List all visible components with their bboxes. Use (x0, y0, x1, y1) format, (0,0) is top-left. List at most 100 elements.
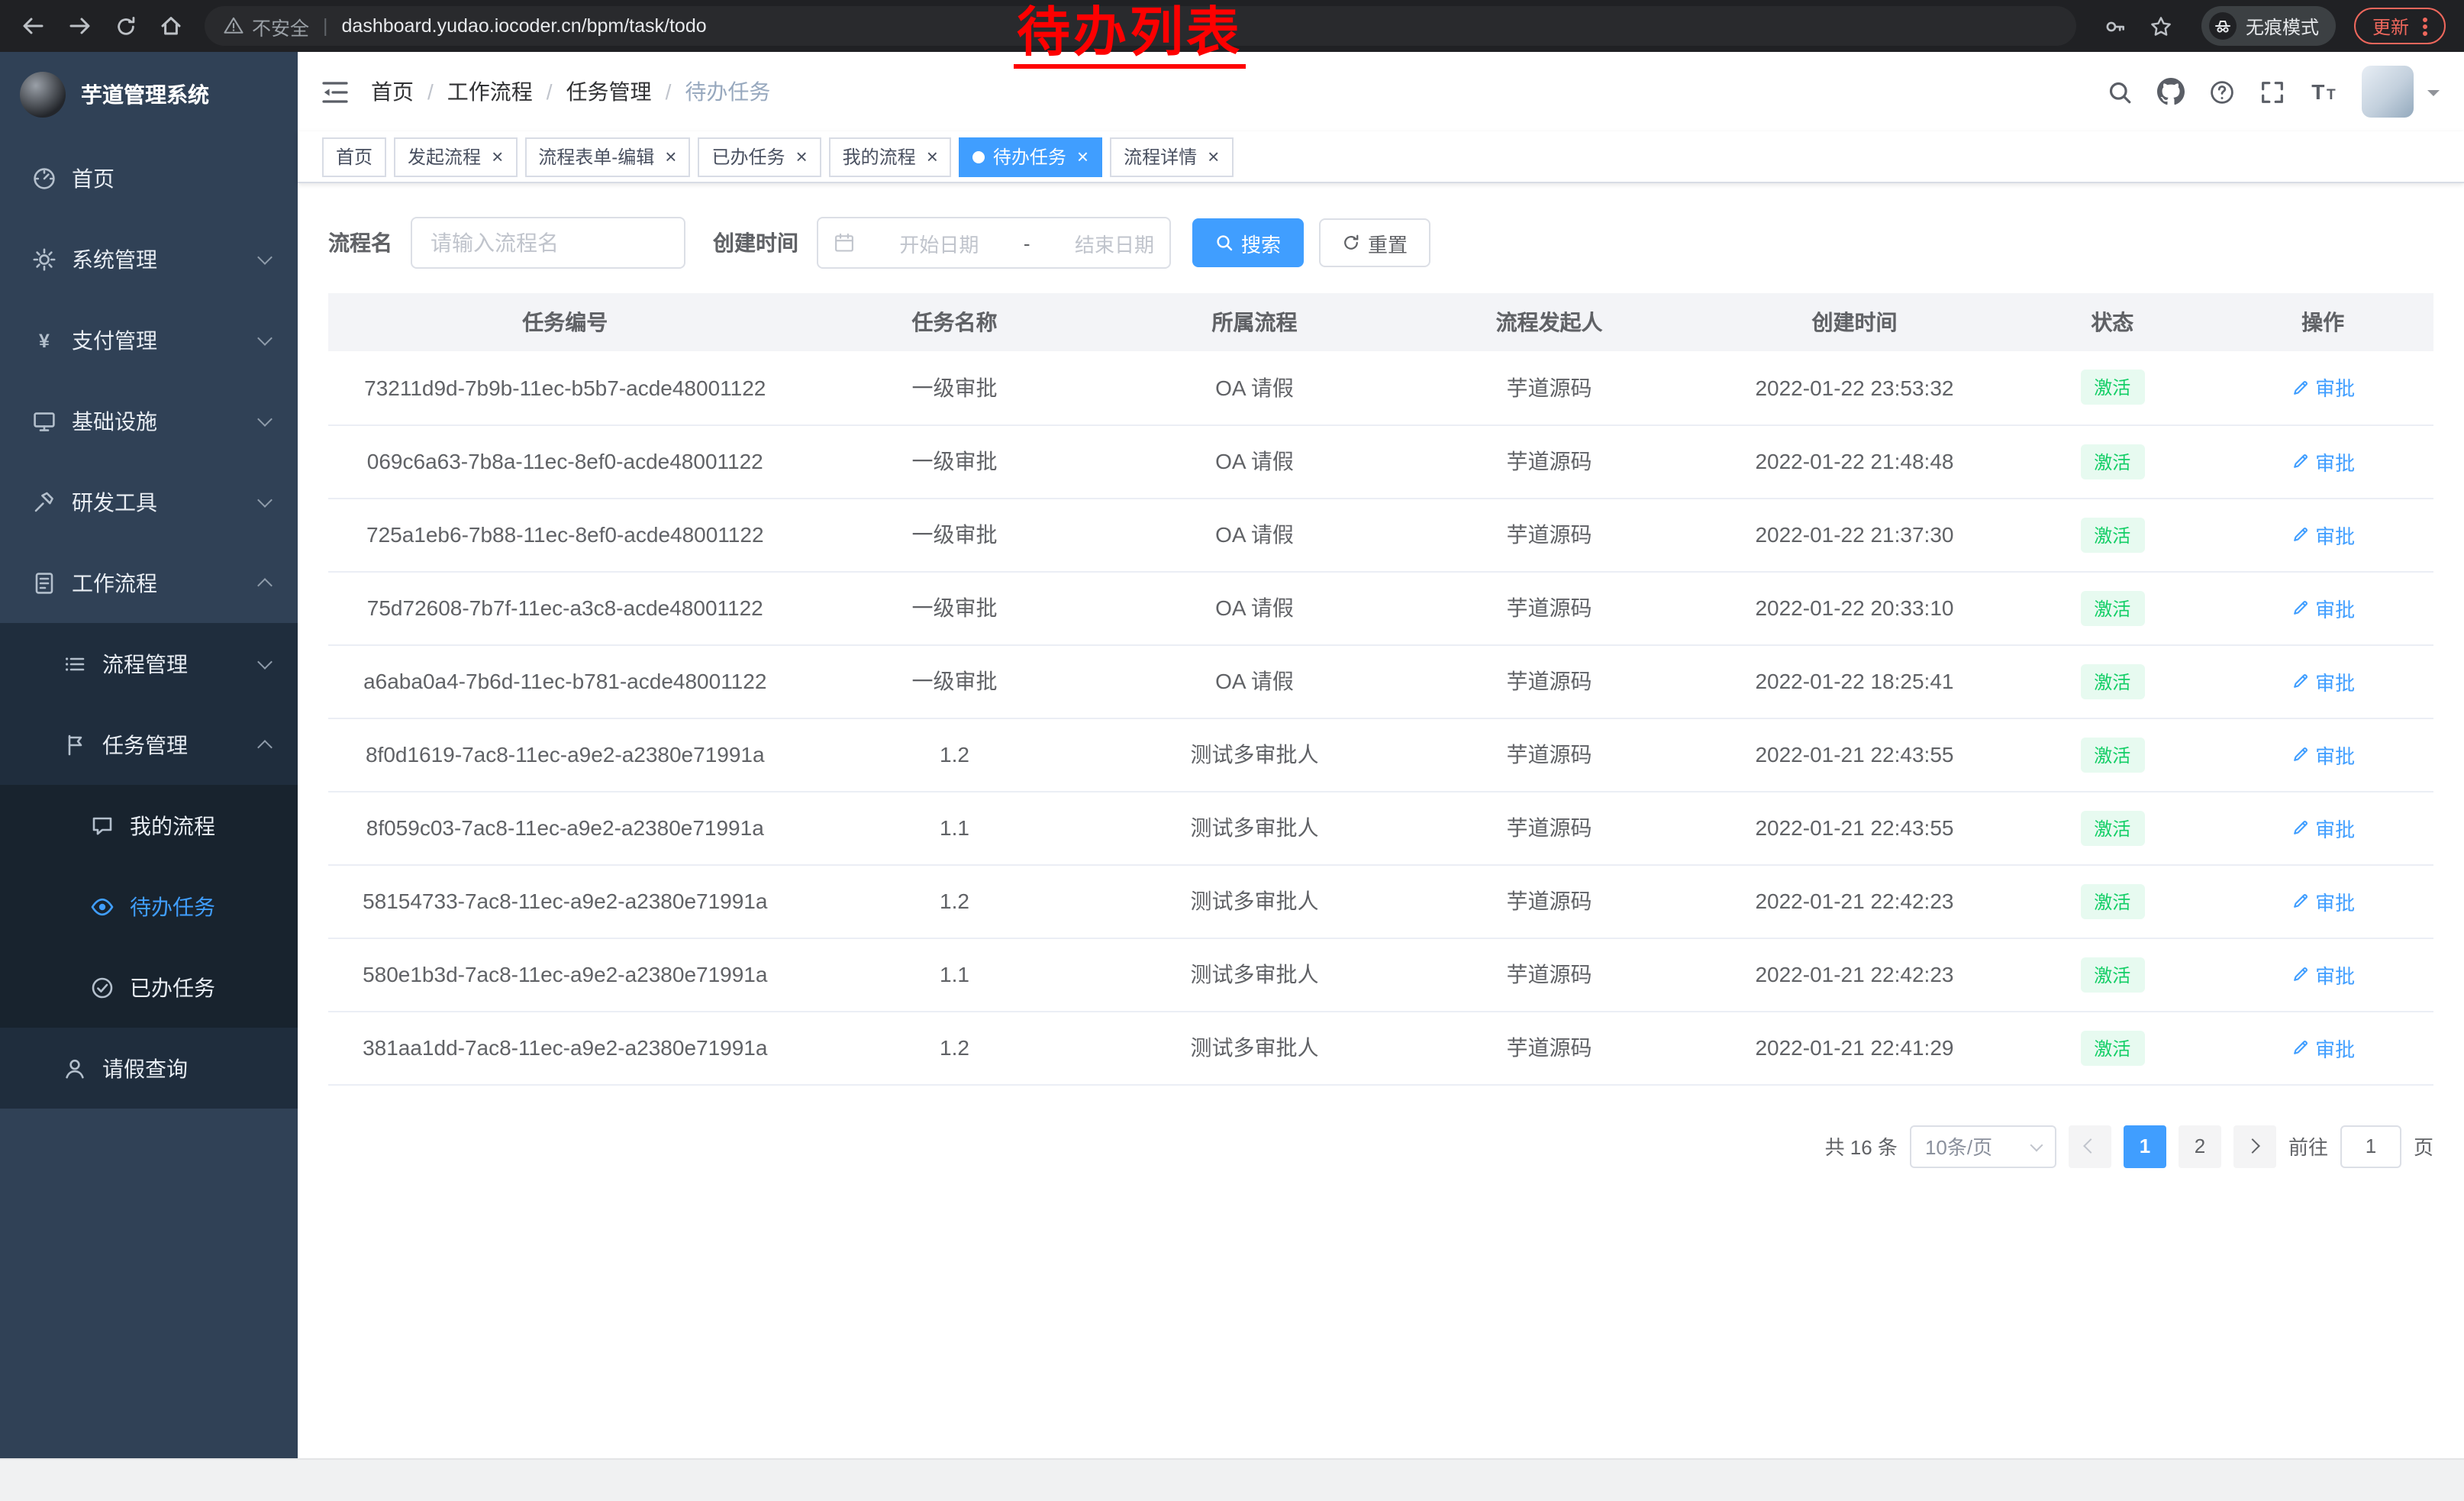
sidebar-item-8[interactable]: 我的流程 (0, 785, 298, 866)
update-label: 更新 (2372, 13, 2409, 39)
search-icon[interactable] (2107, 79, 2133, 105)
close-tag-icon[interactable]: × (1208, 147, 1219, 166)
collapse-sidebar-button[interactable] (322, 80, 348, 103)
close-tag-icon[interactable]: × (795, 147, 807, 166)
tab-tag-4[interactable]: 我的流程× (829, 137, 952, 176)
sidebar-item-0[interactable]: 首页 (0, 137, 298, 218)
search-button[interactable]: 搜索 (1192, 218, 1304, 267)
status-badge: 激活 (2080, 883, 2144, 918)
sidebar-item-4[interactable]: 研发工具 (0, 461, 298, 542)
sidebar-item-3[interactable]: 基础设施 (0, 380, 298, 461)
not-secure-chip[interactable]: 不安全 (223, 11, 309, 40)
process-name-input[interactable] (411, 217, 685, 269)
breadcrumb-item-3: 待办任务 (685, 76, 770, 107)
approve-link[interactable]: 审批 (2291, 667, 2355, 696)
breadcrumb-item-0[interactable]: 首页 (371, 76, 414, 107)
forward-icon[interactable] (58, 5, 101, 47)
github-icon[interactable] (2157, 78, 2185, 105)
approve-link[interactable]: 审批 (2291, 886, 2355, 915)
status-cell: 激活 (2012, 498, 2212, 571)
close-tag-icon[interactable]: × (665, 147, 676, 166)
approve-link[interactable]: 审批 (2291, 1033, 2355, 1062)
key-icon[interactable] (2095, 5, 2137, 47)
url-text: dashboard.yudao.iocoder.cn/bpm/task/todo (342, 15, 707, 37)
bookmark-star-icon[interactable] (2140, 5, 2183, 47)
sidebar-item-9[interactable]: 待办任务 (0, 866, 298, 947)
table-header-row: 任务编号任务名称所属流程流程发起人创建时间状态操作 (328, 293, 2433, 351)
close-tag-icon[interactable]: × (927, 147, 938, 166)
tab-tag-1[interactable]: 发起流程× (394, 137, 517, 176)
breadcrumb: 首页/工作流程/任务管理/待办任务 (371, 76, 770, 107)
close-tag-icon[interactable]: × (1077, 147, 1088, 166)
sidebar-item-11[interactable]: 请假查询 (0, 1028, 298, 1109)
approve-link[interactable]: 审批 (2291, 373, 2355, 402)
yen-icon: ¥ (31, 327, 56, 353)
pen-icon (2291, 818, 2309, 837)
task-id-cell: 381aa1dd-7ac8-11ec-a9e2-a2380e71991a (328, 1011, 802, 1084)
update-button[interactable]: 更新 (2354, 8, 2446, 44)
create-time-label: 创建时间 (713, 228, 798, 258)
tab-tag-6[interactable]: 流程详情× (1110, 137, 1233, 176)
sidebar-item-1[interactable]: 系统管理 (0, 218, 298, 299)
reset-button-label: 重置 (1368, 228, 1408, 257)
approve-link[interactable]: 审批 (2291, 520, 2355, 549)
approve-link[interactable]: 审批 (2291, 740, 2355, 769)
app-logo[interactable]: 芋道管理系统 (0, 52, 298, 137)
table-row-4: a6aba0a4-7b6d-11ec-b781-acde48001122一级审批… (328, 644, 2433, 718)
tab-tag-2[interactable]: 流程表单-编辑× (524, 137, 690, 176)
tab-tag-0[interactable]: 首页 (322, 137, 386, 176)
starter-cell: 芋道源码 (1402, 938, 1697, 1011)
home-icon[interactable] (150, 5, 192, 47)
breadcrumb-item-1[interactable]: 工作流程 (447, 76, 533, 107)
page-button-2[interactable]: 2 (2179, 1125, 2221, 1167)
page-size-select[interactable]: 10条/页 (1910, 1125, 2056, 1167)
action-cell: 审批 (2212, 864, 2433, 938)
status-badge: 激活 (2080, 444, 2144, 479)
back-icon[interactable] (12, 5, 55, 47)
tag-label: 首页 (336, 144, 373, 169)
chevron-down-icon[interactable] (2427, 90, 2440, 102)
process-cell: OA 请假 (1107, 644, 1401, 718)
next-page-button[interactable] (2233, 1125, 2276, 1167)
close-tag-icon[interactable]: × (492, 147, 503, 166)
chevron-down-icon (257, 411, 273, 426)
user-avatar[interactable] (2362, 66, 2414, 118)
bottom-strip (0, 1458, 2464, 1501)
reload-icon[interactable] (104, 5, 147, 47)
process-cell: 测试多审批人 (1107, 938, 1401, 1011)
created-time-cell: 2022-01-21 22:42:23 (1697, 864, 2013, 938)
sidebar-item-label: 基础设施 (72, 405, 157, 436)
sidebar-item-6[interactable]: 流程管理 (0, 623, 298, 704)
date-range-picker[interactable]: 开始日期 - 结束日期 (817, 217, 1171, 269)
prev-page-button[interactable] (2069, 1125, 2111, 1167)
fullscreen-icon[interactable] (2259, 79, 2285, 105)
approve-link[interactable]: 审批 (2291, 813, 2355, 842)
help-icon[interactable] (2209, 79, 2235, 105)
end-date-placeholder: 结束日期 (1075, 228, 1154, 257)
status-badge: 激活 (2080, 517, 2144, 552)
goto-page-input[interactable] (2340, 1125, 2401, 1167)
sidebar-item-2[interactable]: ¥支付管理 (0, 299, 298, 380)
approve-link[interactable]: 审批 (2291, 593, 2355, 622)
chat-user-icon (89, 812, 114, 838)
status-badge: 激活 (2080, 810, 2144, 845)
reset-button[interactable]: 重置 (1319, 218, 1430, 267)
approve-link[interactable]: 审批 (2291, 960, 2355, 989)
column-header-6: 操作 (2212, 293, 2433, 351)
approve-link[interactable]: 审批 (2291, 447, 2355, 476)
breadcrumb-item-2[interactable]: 任务管理 (566, 76, 652, 107)
address-separator: | (323, 15, 328, 37)
browser-menu-icon[interactable] (2423, 24, 2427, 28)
tab-tag-5[interactable]: 待办任务× (959, 137, 1102, 176)
font-size-icon[interactable]: TT (2310, 78, 2337, 105)
sidebar-item-5[interactable]: 工作流程 (0, 542, 298, 623)
status-cell: 激活 (2012, 718, 2212, 791)
refresh-icon (1342, 234, 1360, 252)
sidebar-item-10[interactable]: 已办任务 (0, 947, 298, 1028)
task-name-cell: 一级审批 (802, 351, 1108, 424)
sidebar-item-7[interactable]: 任务管理 (0, 704, 298, 785)
tab-tag-3[interactable]: 已办任务× (698, 137, 821, 176)
page-button-1[interactable]: 1 (2124, 1125, 2166, 1167)
chevron-right-icon (2246, 1138, 2261, 1154)
created-time-cell: 2022-01-21 22:42:23 (1697, 938, 2013, 1011)
